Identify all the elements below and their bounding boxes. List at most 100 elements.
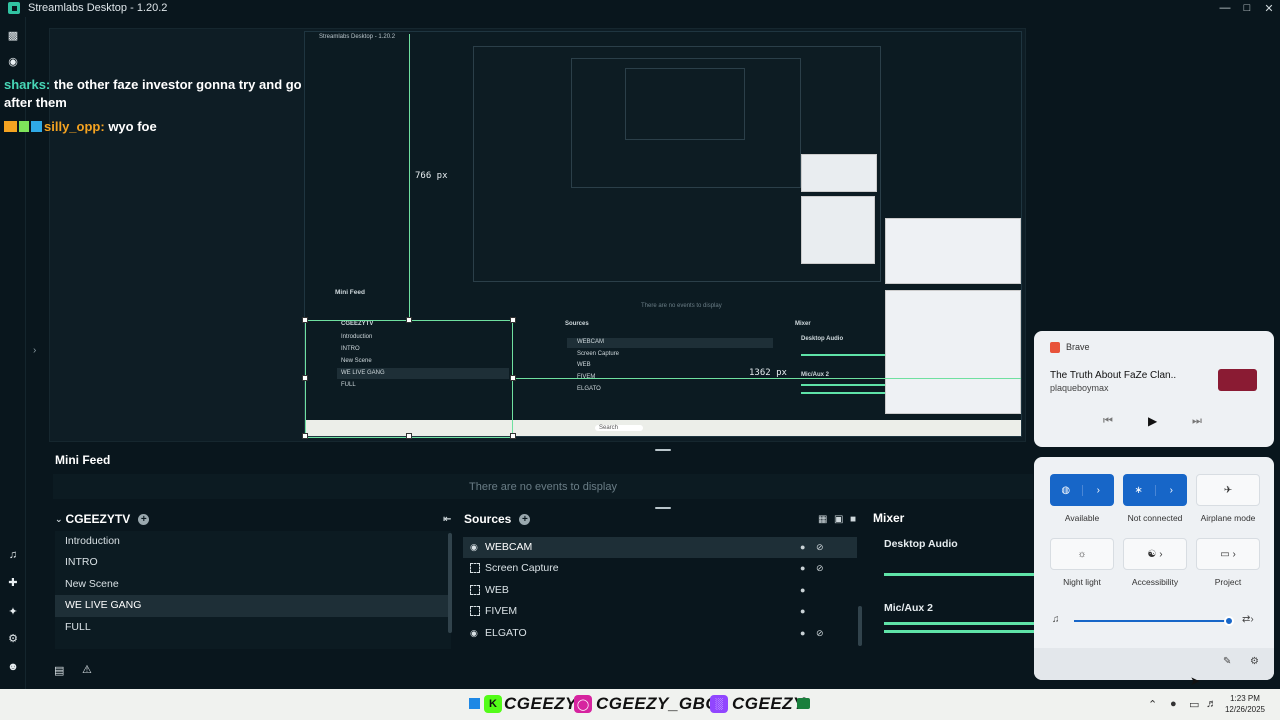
resize-handle[interactable] <box>302 317 308 323</box>
status-bar: ▤ ⚠ <box>27 660 1037 685</box>
eye-hidden-icon[interactable]: ⊘ <box>816 623 824 644</box>
volume-slider-track[interactable] <box>1074 620 1230 622</box>
app-icon[interactable] <box>797 698 810 709</box>
volume-slider-thumb[interactable] <box>1224 616 1234 626</box>
chevron-right-icon[interactable]: › <box>1083 485 1115 496</box>
scene-item-active[interactable]: WE LIVE GANG <box>55 595 451 617</box>
eye-hidden-icon[interactable]: ⊘ <box>816 558 824 579</box>
close-button[interactable]: ✕ <box>1258 0 1280 16</box>
taskbar-clock[interactable]: 1:23 PM 12/26/2025 <box>1222 693 1268 715</box>
mirror-mixer-title: Mixer <box>795 321 811 327</box>
mirror-sources-title: Sources <box>565 321 589 327</box>
performance-stats-icon[interactable]: ▤ <box>54 664 64 677</box>
add-source-icon[interactable]: + <box>519 513 531 525</box>
media-flyout: Brave The Truth About FaZe Clan.. plaque… <box>1034 331 1274 447</box>
tile-label: Airplane mode <box>1200 513 1256 523</box>
network-icon[interactable]: ▭ <box>1189 698 1199 711</box>
dashboard-icon[interactable]: ◉ <box>5 53 21 69</box>
chevron-down-icon[interactable]: ⌄ <box>55 514 63 525</box>
microphone-icon[interactable]: ● <box>1170 698 1177 710</box>
clock-time: 1:23 PM <box>1230 694 1260 703</box>
editor-icon[interactable]: ▩ <box>5 27 21 43</box>
night-light-tile[interactable]: ☼ <box>1050 538 1114 570</box>
edit-pencil-icon[interactable]: ✎ <box>1223 656 1231 667</box>
resize-handle[interactable] <box>302 433 308 439</box>
resize-handle[interactable] <box>406 317 412 323</box>
add-scene-icon[interactable]: + <box>138 513 150 525</box>
airplane-tile[interactable]: ✈ <box>1196 474 1260 506</box>
previous-track-icon[interactable]: ⏮ <box>1103 415 1113 428</box>
lock-icon[interactable]: ● <box>800 580 805 601</box>
maximize-button[interactable]: □ <box>1236 0 1258 16</box>
scenes-scrollbar[interactable] <box>448 533 452 633</box>
folder-icon[interactable]: ■ <box>850 514 856 525</box>
screen-capture-icon <box>470 563 480 574</box>
source-tools-icon[interactable]: ▦ <box>818 514 827 525</box>
eye-hidden-icon[interactable]: ⊘ <box>816 537 824 558</box>
source-item[interactable]: ◉ ELGATO ● ⊘ <box>463 623 857 644</box>
chat-username: silly_opp: <box>44 119 105 134</box>
chat-username: sharks: <box>4 77 51 92</box>
cube-badge-icon <box>31 121 42 132</box>
apps-icon[interactable]: ✦ <box>5 603 21 619</box>
resize-handle[interactable] <box>406 433 412 439</box>
chevron-right-icon[interactable]: › <box>1156 485 1188 496</box>
add-platform-icon[interactable]: ✚ <box>5 574 21 590</box>
mirror-mixer-bar <box>801 354 885 356</box>
volume-meter[interactable] <box>884 630 1034 633</box>
audio-output-icon[interactable]: ⇄› <box>1242 614 1254 625</box>
preview-mirror[interactable]: Streamlabs Desktop - 1.20.2 Mini Feed Th… <box>302 31 1022 439</box>
settings-gear-icon[interactable]: ⚙ <box>1250 656 1259 667</box>
windows-start-icon[interactable] <box>469 698 480 709</box>
source-item[interactable]: WEB ● <box>463 580 857 601</box>
selection-box[interactable] <box>305 320 513 438</box>
source-item-active[interactable]: ◉ WEBCAM ● ⊘ <box>463 537 857 559</box>
minimize-button[interactable]: — <box>1214 0 1236 16</box>
resize-drag-bar[interactable] <box>655 449 671 451</box>
source-item[interactable]: FIVEM ● <box>463 601 857 622</box>
mini-feed-panel: There are no events to display <box>53 474 1033 499</box>
volume-icon[interactable]: ♬ <box>1206 698 1217 710</box>
settings-gear-icon[interactable]: ⚙ <box>5 630 21 646</box>
mixer-title: Mixer <box>873 511 905 525</box>
volume-meter[interactable] <box>884 622 1034 625</box>
lock-icon[interactable]: ● <box>800 558 805 579</box>
streamlabs-logo-icon <box>8 2 20 14</box>
scene-item[interactable]: Introduction <box>55 531 451 552</box>
resize-drag-bar[interactable] <box>655 507 671 509</box>
collapse-chevron-icon[interactable]: › <box>33 345 36 356</box>
sources-scrollbar[interactable] <box>858 606 862 646</box>
brand-handle: CGEEZY_GBC <box>596 694 719 713</box>
nested-preview-frame <box>625 68 745 140</box>
speaker-icon[interactable]: ♫ <box>1052 614 1060 625</box>
alert-icon[interactable]: ⚠ <box>82 663 92 676</box>
tile-label: Available <box>1064 513 1100 523</box>
tiktok-icon[interactable]: ♫ <box>5 547 21 563</box>
lock-icon[interactable]: ● <box>800 623 805 644</box>
play-icon[interactable]: ▶ <box>1148 414 1157 428</box>
bluetooth-tile[interactable]: ∗ › <box>1123 474 1187 506</box>
bluetooth-icon: ∗ <box>1123 484 1156 496</box>
quick-settings-footer <box>1034 648 1274 680</box>
scene-item[interactable]: INTRO <box>55 552 451 573</box>
transition-icon[interactable]: ⇤ <box>443 514 451 525</box>
chevron-up-icon[interactable]: ⌃ <box>1148 698 1157 711</box>
wifi-tile[interactable]: ◍ › <box>1050 474 1114 506</box>
scene-collection-name[interactable]: CGEEZYTV <box>66 512 131 526</box>
resize-handle[interactable] <box>510 375 516 381</box>
source-item[interactable]: Screen Capture ● ⊘ <box>463 558 857 579</box>
mirror-mixer-bar <box>801 384 885 386</box>
resize-handle[interactable] <box>302 375 308 381</box>
project-tile[interactable]: ▭ › <box>1196 538 1260 570</box>
folder-add-icon[interactable]: ▣ <box>834 514 843 525</box>
scene-item[interactable]: FULL <box>55 617 451 638</box>
lock-icon[interactable]: ● <box>800 601 805 622</box>
profile-icon[interactable]: ☻ <box>5 659 21 675</box>
lock-icon[interactable]: ● <box>800 537 805 558</box>
resize-handle[interactable] <box>510 317 516 323</box>
next-track-icon[interactable]: ⏭ <box>1192 415 1202 428</box>
scene-item[interactable]: New Scene <box>55 574 451 595</box>
volume-meter[interactable] <box>884 573 1034 576</box>
resize-handle[interactable] <box>510 433 516 439</box>
accessibility-tile[interactable]: ☯ › <box>1123 538 1187 570</box>
